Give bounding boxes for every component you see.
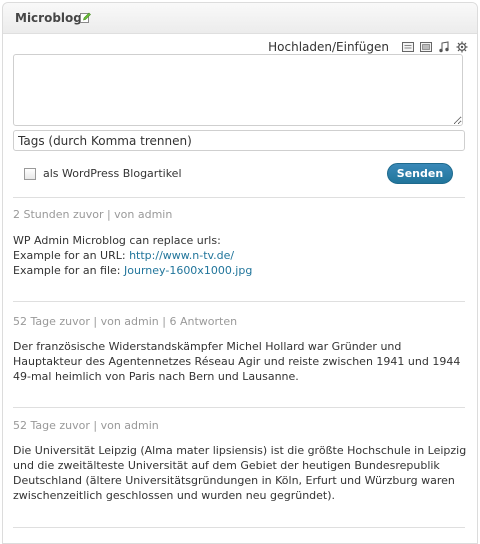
send-button[interactable]: Senden: [387, 163, 453, 184]
microblog-content-textarea[interactable]: [13, 54, 463, 126]
url-link[interactable]: http://www.n-tv.de/: [129, 249, 234, 262]
post-text-line: Example for an file: Journey-1600x1000.j…: [13, 263, 468, 278]
post-meta: 52 Tage zuvor | von admin: [13, 419, 159, 432]
media-icon[interactable]: [456, 41, 468, 53]
wp-blogpost-option: als WordPress Blogartikel: [24, 167, 182, 180]
upload-insert-label: Hochladen/Einfügen: [268, 40, 389, 54]
post-meta: 52 Tage zuvor | von admin | 6 Antworten: [13, 315, 238, 328]
post-body: WP Admin Microblog can replace urls: Exa…: [13, 233, 468, 278]
post-text-line: WP Admin Microblog can replace urls:: [13, 234, 221, 247]
post-text: Example for an URL:: [13, 249, 130, 262]
media-toolbar: Hochladen/Einfügen: [268, 40, 468, 54]
divider: [13, 197, 465, 198]
widget-title: Microblog: [15, 11, 82, 25]
edit-icon[interactable]: [80, 11, 91, 23]
wp-blogpost-label: als WordPress Blogartikel: [43, 167, 182, 180]
post-text-line: Example for an URL: http://www.n-tv.de/: [13, 248, 468, 263]
post-body: Die Universität Leipzig (Alma mater lips…: [13, 444, 467, 502]
wp-blogpost-checkbox[interactable]: [24, 167, 36, 180]
divider: [13, 527, 465, 528]
video-icon[interactable]: [420, 41, 432, 53]
post-body: Der französische Widerstandskämpfer Mich…: [13, 340, 461, 383]
widget-header: Microblog: [3, 3, 477, 34]
post-meta: 2 Stunden zuvor | von admin: [13, 208, 173, 221]
post-text: Example for an file:: [13, 264, 125, 277]
tags-input[interactable]: [13, 130, 465, 151]
audio-icon[interactable]: [438, 41, 450, 53]
image-icon[interactable]: [402, 41, 414, 53]
divider: [13, 407, 465, 408]
file-link[interactable]: Journey-1600x1000.jpg: [124, 264, 252, 277]
divider: [13, 301, 465, 302]
